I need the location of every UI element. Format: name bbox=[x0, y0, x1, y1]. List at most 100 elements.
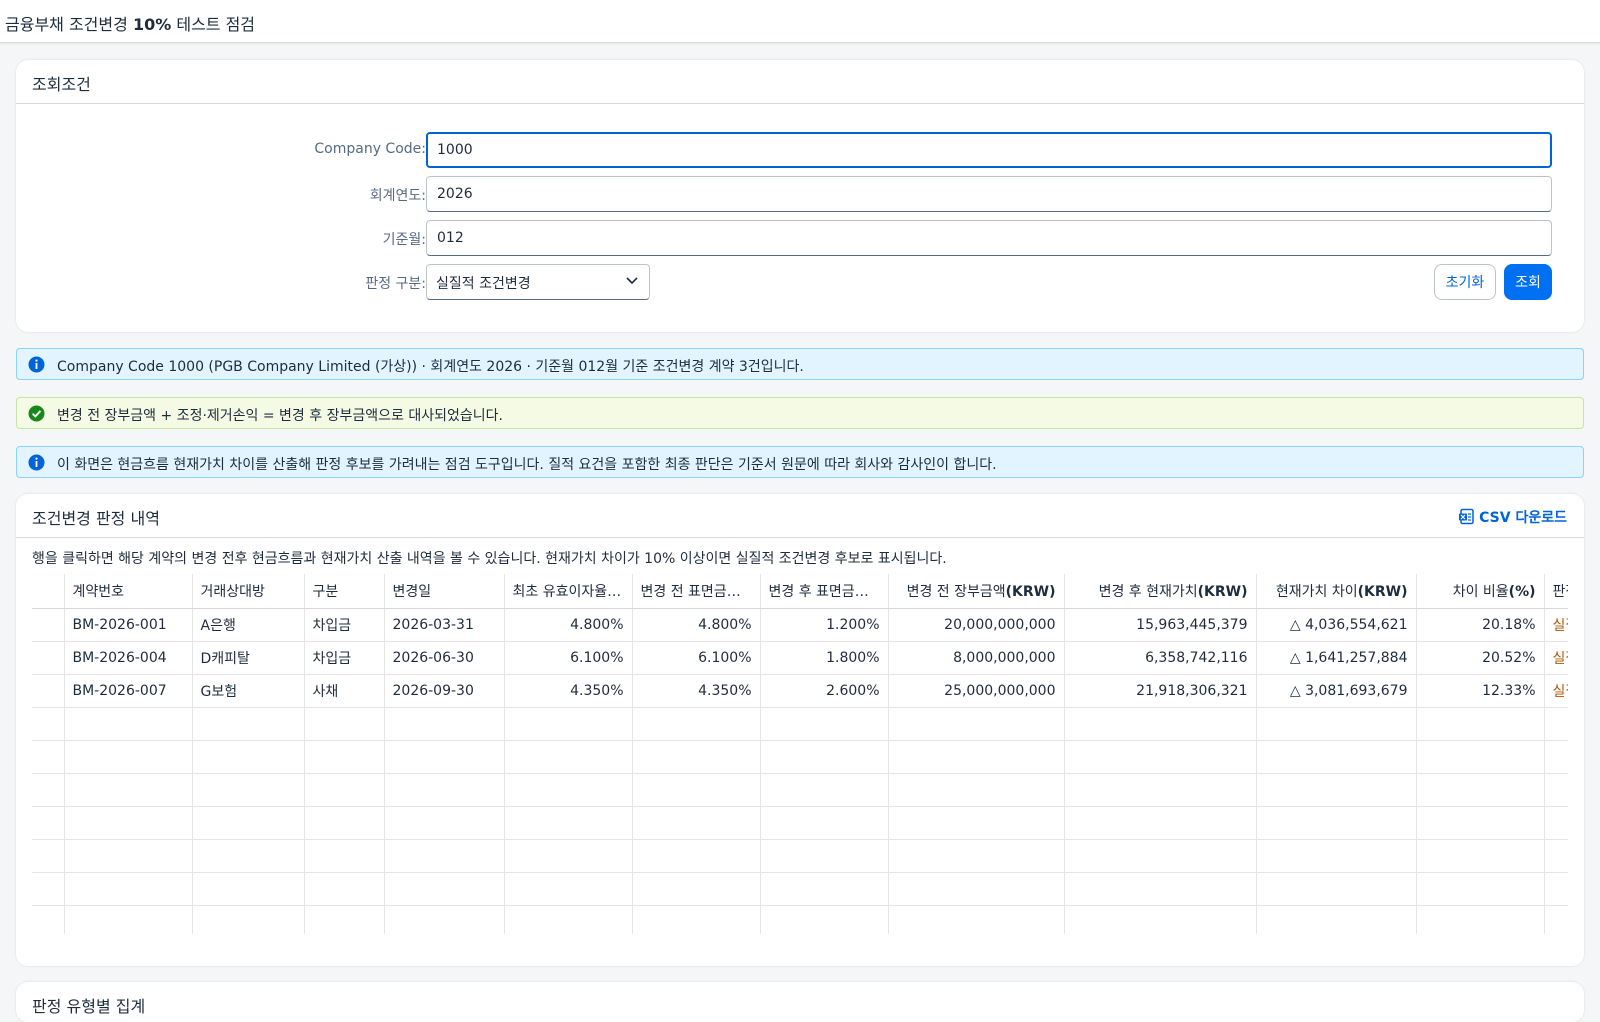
success-strip-text: 변경 전 장부금액 + 조정·제거손익 = 변경 후 장부금액으로 대사되었습니… bbox=[57, 408, 503, 424]
cell-counterparty: G보험 bbox=[192, 674, 305, 708]
column-header-selector bbox=[32, 574, 65, 609]
cell-orig-eir: 4.350% bbox=[504, 674, 633, 708]
cell-orig-eir: 4.800% bbox=[504, 608, 633, 642]
cell-after-rate: 2.600% bbox=[760, 674, 889, 708]
cell-pv-diff: △ 3,081,693,679 bbox=[1256, 674, 1417, 708]
results-panel: 조건변경 판정 내역 CSV 다운로드 행을 클릭하면 해당 계약의 변경 전후… bbox=[16, 494, 1584, 966]
cell-after-rate: 1.200% bbox=[760, 608, 889, 642]
summary-panel: 판정 유형별 집계 bbox=[16, 982, 1584, 1022]
cell-before-rate: 4.350% bbox=[632, 674, 761, 708]
info-icon bbox=[28, 356, 45, 373]
period-input[interactable] bbox=[426, 220, 1552, 256]
cell-change-date: 2026-03-31 bbox=[384, 608, 505, 642]
row-selector-cell[interactable] bbox=[32, 641, 65, 675]
column-header-carrying-unit: (KRW) bbox=[1005, 583, 1056, 600]
cell-type: 차입금 bbox=[304, 608, 385, 642]
cell-pv-after: 15,963,445,379 bbox=[1064, 608, 1257, 642]
cell-carrying: 8,000,000,000 bbox=[888, 641, 1065, 675]
column-header-pv-after[interactable]: 변경 후 현재가치(KRW) bbox=[1064, 574, 1257, 609]
results-panel-header: 조건변경 판정 내역 CSV 다운로드 bbox=[16, 494, 1584, 538]
cell-counterparty: A은행 bbox=[192, 608, 305, 642]
cell-contract: BM-2026-004 bbox=[64, 641, 193, 675]
cell-judgment: 실질적 조건변경 bbox=[1544, 641, 1568, 675]
cell-pv-diff: △ 4,036,554,621 bbox=[1256, 608, 1417, 642]
column-header-counterparty[interactable]: 거래상대방 bbox=[192, 574, 305, 609]
column-header-pv-after-unit: (KRW) bbox=[1197, 583, 1248, 600]
cell-pv-after: 6,358,742,116 bbox=[1064, 641, 1257, 675]
empty-table-row bbox=[32, 839, 1568, 873]
table-row[interactable]: BM-2026-001 A은행 차입금 2026-03-31 4.800% 4.… bbox=[32, 608, 1568, 642]
column-header-carrying-text: 변경 전 장부금액 bbox=[906, 583, 1006, 600]
company-code-input[interactable] bbox=[426, 132, 1552, 168]
app-title-suffix: 테스트 점검 bbox=[176, 15, 256, 34]
column-header-after-rate[interactable]: 변경 후 표면금리(%) bbox=[760, 574, 889, 609]
row-selector-cell[interactable] bbox=[32, 674, 65, 708]
results-table-wrapper[interactable]: 계약번호 거래상대방 구분 변경일 최초 유효이자율(%) 변경 전 표면금리(… bbox=[32, 574, 1568, 934]
info-strip-summary-text: Company Code 1000 (PGB Company Limited (… bbox=[57, 359, 804, 375]
results-table: 계약번호 거래상대방 구분 변경일 최초 유효이자율(%) 변경 전 표면금리(… bbox=[32, 574, 1568, 934]
column-header-ratio-text: 차이 비율 bbox=[1452, 583, 1509, 600]
column-header-change-date[interactable]: 변경일 bbox=[384, 574, 505, 609]
table-header-row: 계약번호 거래상대방 구분 변경일 최초 유효이자율(%) 변경 전 표면금리(… bbox=[32, 574, 1568, 609]
cell-change-date: 2026-06-30 bbox=[384, 641, 505, 675]
cell-before-rate: 6.100% bbox=[632, 641, 761, 675]
judgment-label: 판정 구분: bbox=[365, 276, 426, 292]
cell-type: 차입금 bbox=[304, 641, 385, 675]
csv-download-label: CSV 다운로드 bbox=[1479, 510, 1567, 526]
column-header-ratio-unit: (%) bbox=[1508, 583, 1536, 600]
filter-panel-header: 조회조건 bbox=[16, 60, 1584, 104]
csv-download-button[interactable]: CSV 다운로드 bbox=[1458, 507, 1567, 527]
info-strip-disclaimer: 이 화면은 현금흐름 현재가치 차이를 산출해 판정 후보를 가려내는 점검 도… bbox=[16, 446, 1584, 478]
app-title: 금융부채 조건변경 10% 테스트 점검 bbox=[5, 11, 255, 35]
filter-panel: 조회조건 Company Code: 회계연도: 기준월: 판정 구분: 실질적… bbox=[16, 60, 1584, 332]
column-header-carrying[interactable]: 변경 전 장부금액(KRW) bbox=[888, 574, 1065, 609]
judgment-row: 판정 구분: 실질적 조건변경 초기화 조회 bbox=[16, 264, 1584, 300]
column-header-type[interactable]: 구분 bbox=[304, 574, 385, 609]
summary-panel-title: 판정 유형별 집계 bbox=[32, 997, 146, 1016]
empty-table-row bbox=[32, 806, 1568, 840]
company-code-row: Company Code: bbox=[16, 132, 1584, 168]
cell-judgment: 실질적 조건변경 bbox=[1544, 608, 1568, 642]
cell-ratio: 20.18% bbox=[1416, 608, 1545, 642]
cell-pv-after: 21,918,306,321 bbox=[1064, 674, 1257, 708]
column-header-judgment[interactable]: 판정 bbox=[1544, 574, 1568, 609]
judgment-select[interactable]: 실질적 조건변경 bbox=[426, 264, 650, 300]
info-strip-disclaimer-text: 이 화면은 현금흐름 현재가치 차이를 산출해 판정 후보를 가려내는 점검 도… bbox=[57, 457, 997, 473]
column-header-pv-after-text: 변경 후 현재가치 bbox=[1098, 583, 1198, 600]
cell-ratio: 12.33% bbox=[1416, 674, 1545, 708]
cell-before-rate: 4.800% bbox=[632, 608, 761, 642]
column-header-orig-eir[interactable]: 최초 유효이자율(%) bbox=[504, 574, 633, 609]
table-row[interactable]: BM-2026-007 G보험 사채 2026-09-30 4.350% 4.3… bbox=[32, 674, 1568, 708]
filter-panel-title: 조회조건 bbox=[32, 75, 91, 94]
row-selector-cell[interactable] bbox=[32, 608, 65, 642]
table-row[interactable]: BM-2026-004 D캐피탈 차입금 2026-06-30 6.100% 6… bbox=[32, 641, 1568, 675]
judgment-select-value: 실질적 조건변경 bbox=[436, 276, 531, 292]
cell-contract: BM-2026-007 bbox=[64, 674, 193, 708]
cell-carrying: 20,000,000,000 bbox=[888, 608, 1065, 642]
column-header-before-rate[interactable]: 변경 전 표면금리(%) bbox=[632, 574, 761, 609]
cell-carrying: 25,000,000,000 bbox=[888, 674, 1065, 708]
reset-button[interactable]: 초기화 bbox=[1434, 264, 1496, 300]
cell-contract: BM-2026-001 bbox=[64, 608, 193, 642]
company-code-label: Company Code: bbox=[314, 141, 426, 157]
empty-table-row bbox=[32, 905, 1568, 934]
fiscal-year-input[interactable] bbox=[426, 176, 1552, 212]
app-title-bold: 10% bbox=[132, 15, 172, 34]
empty-table-row bbox=[32, 773, 1568, 807]
column-header-pv-diff[interactable]: 현재가치 차이(KRW) bbox=[1256, 574, 1417, 609]
period-label: 기준월: bbox=[382, 232, 426, 248]
column-header-ratio[interactable]: 차이 비율(%) bbox=[1416, 574, 1545, 609]
fiscal-year-row: 회계연도: bbox=[16, 176, 1584, 212]
search-button[interactable]: 조회 bbox=[1504, 264, 1552, 300]
cell-counterparty: D캐피탈 bbox=[192, 641, 305, 675]
results-panel-title: 조건변경 판정 내역 bbox=[32, 509, 160, 528]
period-row: 기준월: bbox=[16, 220, 1584, 256]
cell-change-date: 2026-09-30 bbox=[384, 674, 505, 708]
column-header-contract[interactable]: 계약번호 bbox=[64, 574, 193, 609]
info-strip-summary: Company Code 1000 (PGB Company Limited (… bbox=[16, 348, 1584, 380]
fiscal-year-label: 회계연도: bbox=[369, 188, 426, 204]
info-icon bbox=[28, 454, 45, 471]
column-header-pv-diff-unit: (KRW) bbox=[1357, 583, 1408, 600]
empty-table-row bbox=[32, 872, 1568, 906]
check-circle-icon bbox=[28, 405, 45, 422]
